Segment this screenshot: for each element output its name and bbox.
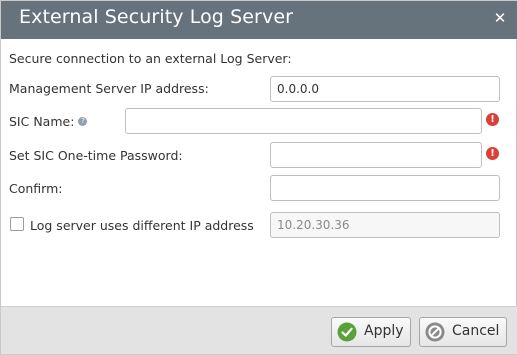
- error-icon: !: [486, 113, 499, 126]
- apply-button[interactable]: Apply: [331, 317, 411, 347]
- checkmark-icon: [337, 322, 357, 342]
- confirm-input[interactable]: [270, 175, 500, 201]
- external-security-log-server-dialog: External Security Log Server ✕ Secure co…: [0, 0, 517, 355]
- intro-text: Secure connection to an external Log Ser…: [9, 51, 292, 66]
- mgmt-ip-label: Management Server IP address:: [9, 81, 209, 96]
- close-icon[interactable]: ✕: [492, 10, 508, 26]
- diff-ip-label: Log server uses different IP address: [30, 218, 254, 233]
- sic-name-input[interactable]: [125, 108, 482, 134]
- dialog-footer: Apply Cancel: [1, 306, 517, 354]
- cancel-icon: [425, 322, 445, 342]
- error-icon: !: [486, 147, 499, 160]
- diff-ip-checkbox[interactable]: [10, 217, 24, 231]
- mgmt-ip-input[interactable]: 0.0.0.0: [270, 76, 500, 102]
- dialog-title: External Security Log Server: [19, 6, 294, 28]
- sic-name-label-text: SIC Name:: [9, 114, 75, 129]
- diff-ip-input: 10.20.30.36: [270, 212, 500, 238]
- sic-name-label: SIC Name:?: [9, 114, 88, 129]
- dialog-titlebar: External Security Log Server ✕: [1, 1, 517, 39]
- help-icon[interactable]: ?: [78, 117, 88, 126]
- otp-input[interactable]: [270, 142, 482, 168]
- cancel-button[interactable]: Cancel: [419, 317, 507, 347]
- cancel-label: Cancel: [452, 323, 500, 339]
- otp-label: Set SIC One-time Password:: [9, 148, 183, 163]
- apply-label: Apply: [364, 323, 404, 339]
- confirm-label: Confirm:: [9, 181, 63, 196]
